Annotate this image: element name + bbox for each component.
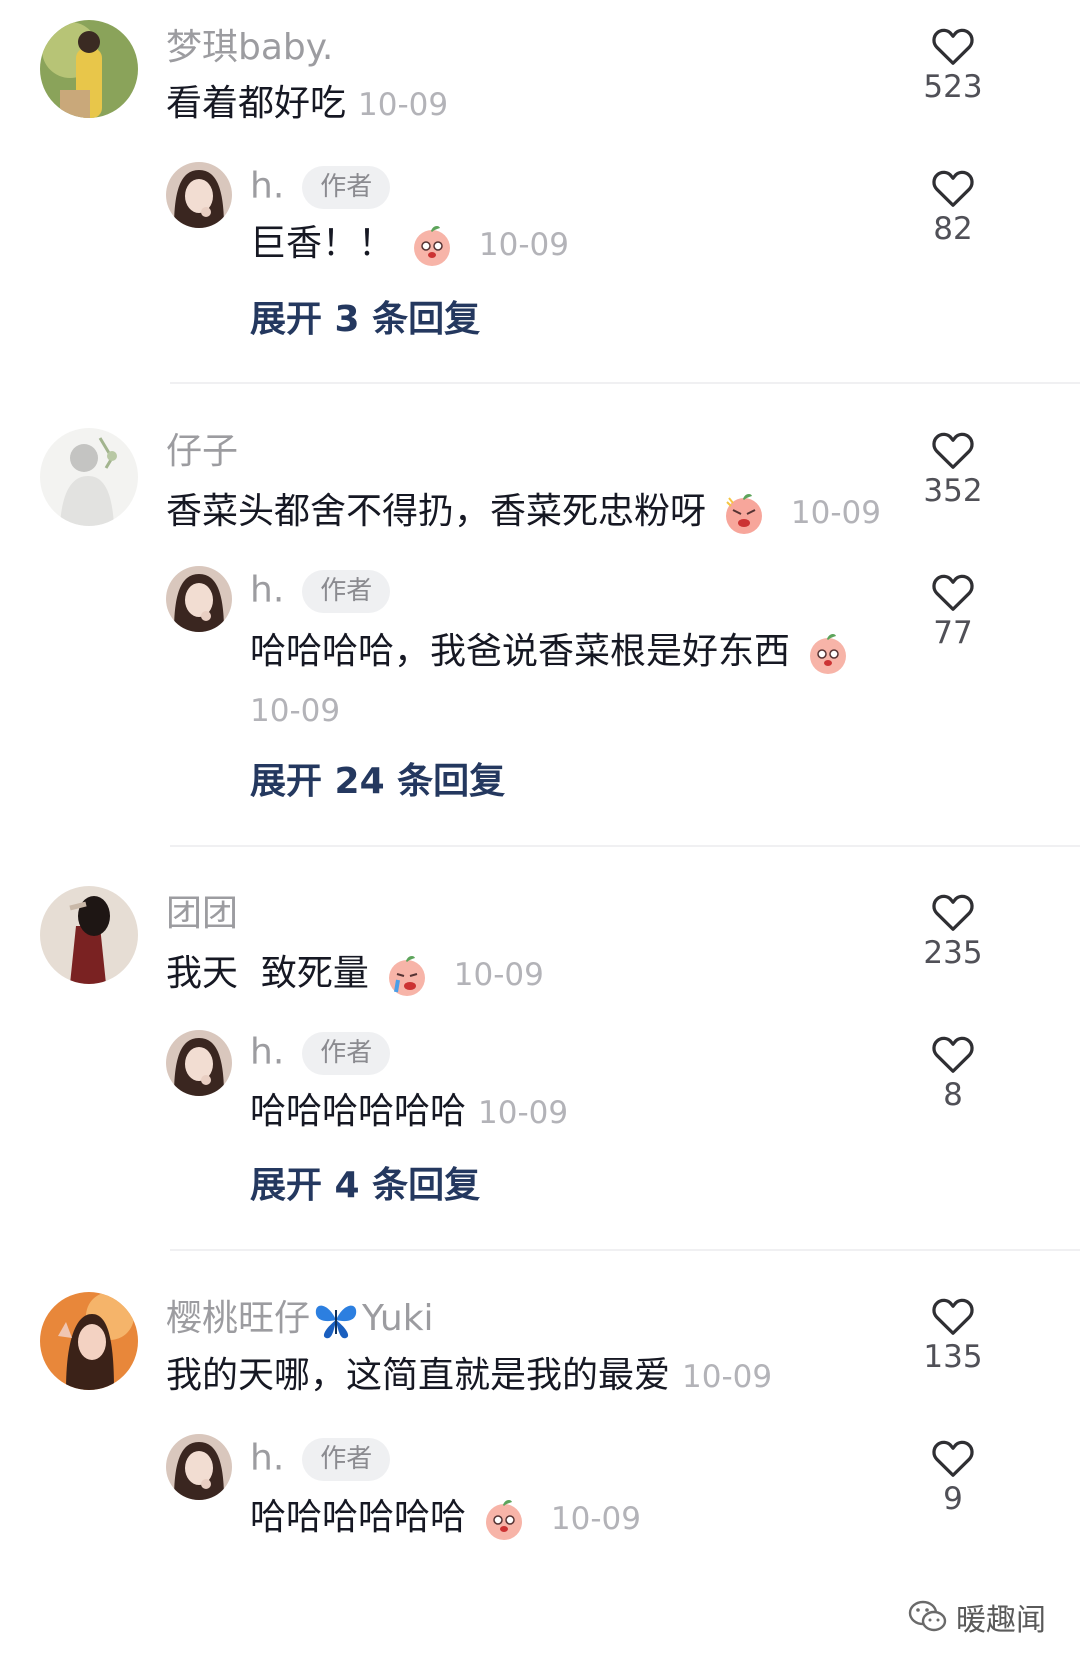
comment-text: 香菜头都舍不得扔，香菜死忠粉呀 10-09 [166,490,881,536]
reply-username-text: h. [250,569,285,611]
reply-text: 哈哈哈哈，我爸说香菜根是好东西 [250,630,851,676]
divider [170,1249,1080,1251]
comment-text: 看着都好吃 10-09 [166,86,448,122]
like-count: 135 [923,1339,983,1375]
reply-like-button[interactable]: 82 [903,168,1003,245]
reply-text-content: 巨香！！ [250,223,395,264]
like-count: 9 [943,1481,963,1517]
comment-username[interactable]: 梦琪baby. [166,30,333,66]
divider [170,845,1080,847]
crying-peach-emoji-icon [389,956,426,996]
watermark: 暖趣闻 [908,1595,1046,1639]
avatar[interactable] [40,1292,138,1390]
like-button[interactable]: 135 [903,1296,1003,1373]
peach-emoji-icon [810,634,847,674]
comment-feed: 梦琪baby. 看着都好吃 10-09 523 h. 作者 巨香！！ 10-09 8… [0,0,1080,1657]
like-button[interactable]: 523 [903,26,1003,103]
reply-text: 哈哈哈哈哈哈 10-09 [250,1094,568,1130]
author-badge: 作者 [302,570,391,613]
comment-text-content: 香菜头都舍不得扔，香菜死忠粉呀 [166,491,707,532]
reply-date: 10-09 [550,1501,642,1537]
reply-username[interactable]: h. 作者 [250,1031,391,1075]
peach-emoji-icon [414,226,451,266]
comment-text: 我天 致死量 10-09 [166,952,544,998]
heart-icon [932,1036,974,1073]
heart-icon [932,894,974,931]
expand-replies-button[interactable]: 展开 3 条回复 [250,302,480,338]
reply-username[interactable]: h. 作者 [250,569,391,613]
reply-like-button[interactable]: 9 [903,1438,1003,1515]
like-button[interactable]: 235 [903,892,1003,969]
like-count: 235 [923,935,983,971]
reply-username-text: h. [250,1437,285,1479]
reply-date: 10-09 [478,227,570,263]
author-badge: 作者 [302,166,391,209]
comment-username-part: 樱桃旺仔 [166,1298,311,1339]
like-count: 8 [943,1077,963,1113]
like-count: 523 [923,69,983,105]
comment-username[interactable]: 樱桃旺仔 Yuki [166,1300,434,1340]
wechat-icon [908,1600,947,1632]
divider [170,382,1080,384]
reply-text: 哈哈哈哈哈哈 10-09 [250,1496,641,1542]
peach-emoji-icon [486,1500,523,1540]
heart-icon [932,1440,974,1477]
reply-username[interactable]: h. 作者 [250,1437,391,1481]
butterfly-icon [315,1305,357,1339]
author-badge: 作者 [302,1032,391,1075]
reply-date: 10-09 [250,693,341,729]
angry-peach-emoji-icon [726,494,763,534]
reply-username[interactable]: h. 作者 [250,165,391,209]
heart-icon [932,170,974,207]
avatar[interactable] [40,428,138,526]
comment-date: 10-09 [682,1359,773,1395]
heart-icon [932,432,974,469]
comment-username[interactable]: 团团 [166,896,238,932]
heart-icon [932,1298,974,1335]
comment-text-content: 我天 致死量 [166,953,369,994]
reply-username-text: h. [250,1031,285,1073]
author-avatar[interactable] [166,566,232,632]
comment-date: 10-09 [358,87,449,123]
expand-replies-button[interactable]: 展开 4 条回复 [250,1168,480,1204]
avatar[interactable] [40,20,138,118]
reply-text-content: 哈哈哈哈，我爸说香菜根是好东西 [250,631,791,672]
reply-date: 10-09 [478,1095,569,1131]
heart-icon [932,28,974,65]
reply-text-content: 哈哈哈哈哈哈 [250,1497,467,1538]
author-badge: 作者 [302,1438,391,1481]
comment-username[interactable]: 仔子 [166,434,238,470]
comment-text: 我的天哪，这简直就是我的最爱 10-09 [166,1358,772,1394]
like-count: 77 [933,615,973,651]
comment-date: 10-09 [453,957,544,993]
reply-like-button[interactable]: 8 [903,1034,1003,1111]
watermark-text: 暖趣闻 [956,1603,1046,1638]
comment-date: 10-09 [790,495,882,531]
like-count: 352 [923,473,983,509]
like-button[interactable]: 352 [903,430,1003,507]
reply-text-content: 哈哈哈哈哈哈 [250,1091,467,1132]
author-avatar[interactable] [166,1434,232,1500]
reply-text: 巨香！！ 10-09 [250,222,569,268]
reply-username-text: h. [250,165,285,207]
expand-replies-button[interactable]: 展开 24 条回复 [250,764,505,800]
like-count: 82 [933,211,973,247]
comment-text-content: 我的天哪，这简直就是我的最爱 [166,1355,671,1396]
author-avatar[interactable] [166,1030,232,1096]
avatar[interactable] [40,886,138,984]
comment-text-content: 看着都好吃 [166,83,347,124]
heart-icon [932,574,974,611]
reply-like-button[interactable]: 77 [903,572,1003,649]
comment-username-suffix: Yuki [362,1298,434,1339]
author-avatar[interactable] [166,162,232,228]
